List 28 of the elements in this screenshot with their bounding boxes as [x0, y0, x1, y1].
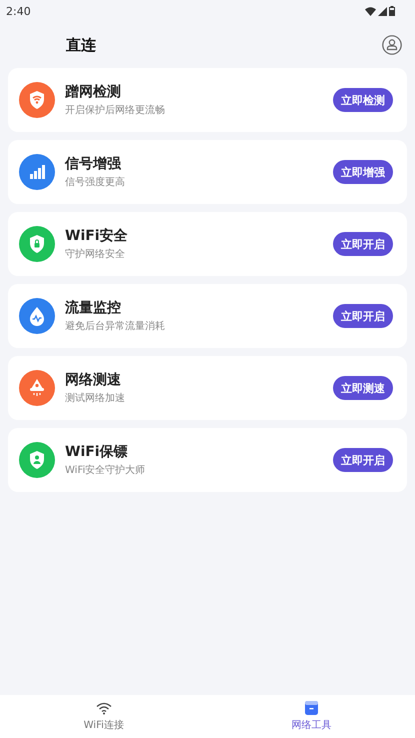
tool-title: WiFi安全	[65, 227, 129, 245]
profile-icon[interactable]	[382, 35, 402, 55]
cell-signal-icon	[378, 6, 387, 16]
battery-icon	[389, 6, 395, 16]
action-button[interactable]: 立即开启	[333, 304, 393, 328]
tool-title: 流量监控	[65, 299, 122, 317]
action-button[interactable]: 立即增强	[333, 160, 393, 184]
tool-title: 信号增强	[65, 155, 122, 173]
tool-subtitle: 避免后台异常流量消耗	[65, 320, 166, 333]
tool-subtitle: WiFi安全守护大师	[65, 464, 146, 477]
tool-subtitle: 信号强度更高	[65, 176, 126, 189]
page-title: 直连	[66, 36, 96, 54]
action-button[interactable]: 立即开启	[333, 232, 393, 256]
tool-title: 网络测速	[65, 371, 122, 389]
tool-title: WiFi保镖	[65, 443, 129, 461]
action-button[interactable]: 立即测速	[333, 376, 393, 400]
wifi-signal-icon	[365, 6, 376, 16]
action-button[interactable]: 立即开启	[333, 448, 393, 472]
action-button[interactable]: 立即检测	[333, 88, 393, 112]
nav-tab[interactable]: 网络工具	[208, 695, 415, 738]
status-time: 2:40	[6, 4, 31, 18]
nav-tab[interactable]: WiFi连接	[0, 695, 208, 738]
tool-subtitle: 守护网络安全	[65, 248, 126, 261]
toolbox-icon	[304, 701, 318, 715]
tool-subtitle: 测试网络加速	[65, 392, 126, 405]
tool-title: 蹭网检测	[65, 83, 122, 101]
wifi-icon	[96, 702, 112, 714]
tool-subtitle: 开启保护后网络更流畅	[65, 104, 166, 117]
